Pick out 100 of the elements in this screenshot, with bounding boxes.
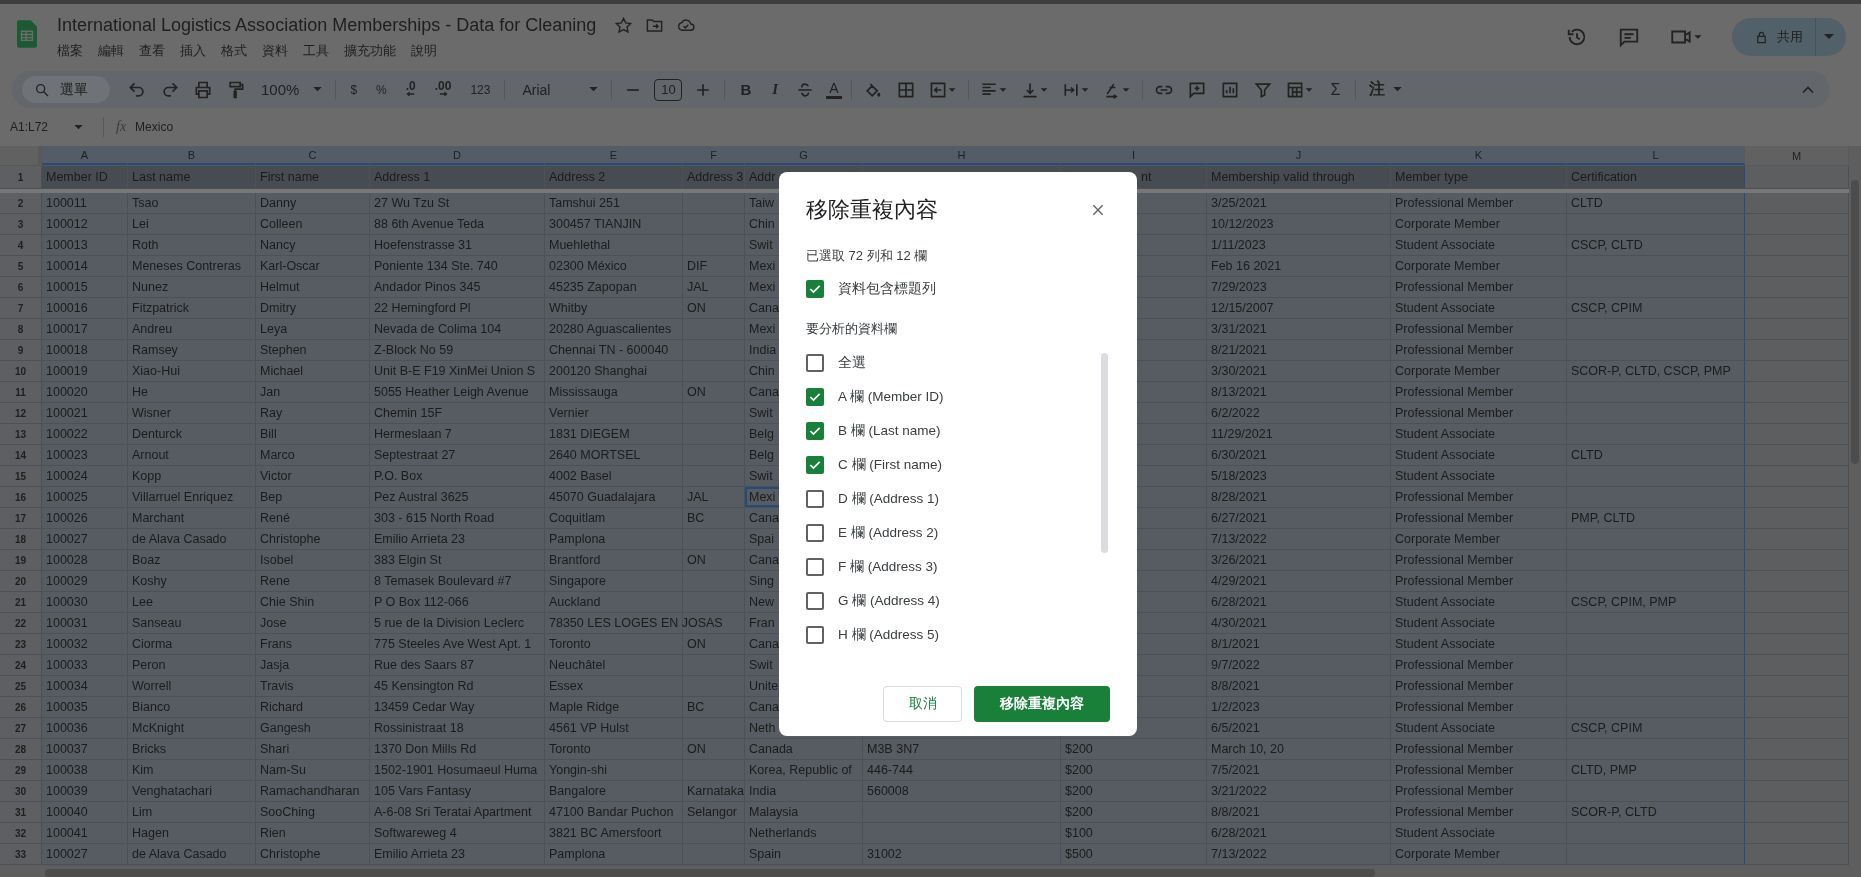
table-cell: 8/21/2021	[1211, 343, 1267, 357]
table-cell: Chin	[749, 217, 775, 231]
table-cell: 11/29/2021	[1211, 427, 1273, 441]
table-cell: Pamplona	[549, 847, 606, 861]
table-cell: Hagen	[132, 826, 169, 840]
table-cell: 4561 VP Hulst	[549, 721, 629, 735]
table-cell: 3/21/2022	[1211, 784, 1267, 798]
table-cell: Marchant	[132, 511, 185, 525]
table-cell: Jasja	[260, 658, 290, 672]
table-cell: Vernier	[549, 406, 589, 420]
table-cell: 100039	[46, 784, 88, 798]
table-cell: Feb 16 2021	[1211, 259, 1282, 273]
table-cell: 100014	[46, 259, 88, 273]
table-cell: Neuchâtel	[549, 658, 606, 672]
table-cell: $200	[1065, 805, 1093, 819]
table-cell: SooChing	[260, 805, 315, 819]
table-cell: Belg	[749, 448, 775, 462]
table-cell: CSCP, CLTD	[1571, 238, 1643, 252]
table-cell: Corporate Member	[1395, 259, 1500, 273]
table-cell: Pamplona	[549, 532, 606, 546]
table-cell: Richard	[260, 700, 304, 714]
table-cell: Spain	[749, 847, 781, 861]
table-cell: Student Associate	[1395, 448, 1496, 462]
table-cell: Septestraat 27	[374, 448, 456, 462]
table-cell: Cana	[749, 553, 779, 567]
table-cell: 1502-1901 Hosumaeul Huma	[374, 763, 538, 777]
table-cell: 100013	[46, 238, 88, 252]
table-cell: Andreu	[132, 322, 173, 336]
table-cell: 100012	[46, 217, 88, 231]
table-cell: Corporate Member	[1395, 364, 1500, 378]
table-cell: 1370 Don Mills Rd	[374, 742, 477, 756]
table-cell: Danny	[260, 196, 297, 210]
table-cell: 100034	[46, 679, 88, 693]
table-cell: BC	[687, 700, 705, 714]
table-cell: Tsao	[132, 196, 159, 210]
table-cell: 100038	[46, 763, 88, 777]
table-cell: $200	[1065, 742, 1093, 756]
table-cell: 100019	[46, 364, 88, 378]
table-cell: ON	[687, 637, 706, 651]
table-cell: Hermeslaan 7	[374, 427, 452, 441]
table-cell: 20280 Aguascalientes	[549, 322, 672, 336]
table-cell: 4002 Basel	[549, 469, 612, 483]
table-cell: Professional Member	[1395, 385, 1514, 399]
table-cell: Boaz	[132, 553, 161, 567]
table-cell: Brantford	[549, 553, 601, 567]
table-cell: 100036	[46, 721, 88, 735]
table-cell: 9/7/2022	[1211, 658, 1260, 672]
table-cell: Frans	[260, 637, 292, 651]
table-cell: Bricks	[132, 742, 167, 756]
table-cell: P.O. Box	[374, 469, 423, 483]
table-cell: Lim	[132, 805, 153, 819]
table-cell: Bill	[260, 427, 277, 441]
table-cell: 3/31/2021	[1211, 322, 1267, 336]
table-cell: Jose	[260, 616, 287, 630]
table-cell: 7/13/2022	[1211, 847, 1267, 861]
table-cell: 6/2/2022	[1211, 406, 1260, 420]
table-cell: Student Associate	[1395, 427, 1496, 441]
table-cell: 100027	[46, 847, 88, 861]
table-cell: 5 rue de la Division Leclerc	[374, 616, 525, 630]
table-cell: Professional Member	[1395, 280, 1514, 294]
table-cell: Professional Member	[1395, 553, 1514, 567]
table-cell: 100020	[46, 385, 88, 399]
table-cell: 100028	[46, 553, 88, 567]
table-cell: Essex	[549, 679, 584, 693]
table-cell: Spai	[749, 532, 775, 546]
table-cell: Michael	[260, 364, 304, 378]
table-cell: 100023	[46, 448, 88, 462]
table-cell: Travis	[260, 679, 294, 693]
table-cell: 8/8/2021	[1211, 679, 1260, 693]
table-cell: Lei	[132, 217, 149, 231]
table-cell: Sing	[749, 574, 775, 588]
table-cell: 7/13/2022	[1211, 532, 1267, 546]
table-cell: Ciorma	[132, 637, 173, 651]
table-cell: Student Associate	[1395, 469, 1496, 483]
table-cell: 100040	[46, 805, 88, 819]
table-cell: Professional Member	[1395, 805, 1514, 819]
table-cell: Venghatachari	[132, 784, 212, 798]
table-cell: 8/13/2021	[1211, 385, 1267, 399]
table-cell: Nancy	[260, 238, 296, 252]
table-cell: New	[749, 595, 774, 609]
table-cell: Christophe	[260, 847, 321, 861]
table-cell: 8 Temasek Boulevard #7	[374, 574, 512, 588]
table-cell: $100	[1065, 826, 1093, 840]
table-cell: 100024	[46, 469, 88, 483]
table-cell: 78350 LES LOGES EN JOSAS	[549, 616, 723, 630]
table-cell: CLTD	[1571, 196, 1603, 210]
table-cell: $200	[1065, 763, 1093, 777]
table-cell: Professional Member	[1395, 658, 1514, 672]
table-cell: 446-744	[867, 763, 913, 777]
dialog-title: 移除重複內容	[806, 196, 938, 224]
table-cell: Ramachandharan	[260, 784, 360, 798]
table-cell: $200	[1065, 784, 1093, 798]
table-cell: Xiao-Hui	[132, 364, 180, 378]
table-cell: Whitby	[549, 301, 588, 315]
table-cell: 4/29/2021	[1211, 574, 1267, 588]
table-cell: Chin	[749, 364, 775, 378]
table-cell: Corporate Member	[1395, 532, 1500, 546]
table-cell: Student Associate	[1395, 826, 1496, 840]
table-cell: Z-Block No 59	[374, 343, 454, 357]
table-cell: Rien	[260, 826, 286, 840]
